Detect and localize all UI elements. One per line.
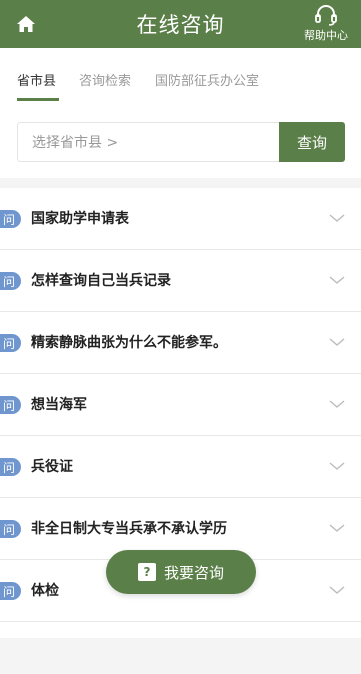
faq-question: 精索静脉曲张为什么不能参军。 xyxy=(31,335,227,351)
faq-item[interactable]: 问 兵役证 xyxy=(0,436,361,498)
faq-item[interactable]: 问 怎样查询自己当兵记录 xyxy=(0,250,361,312)
search-panel: 省市县 咨询检索 国防部征兵办公室 选择省市县 > 查询 xyxy=(0,48,361,178)
faq-item[interactable]: 问 想当海军 xyxy=(0,374,361,436)
chevron-down-icon[interactable] xyxy=(329,584,345,596)
tab-region[interactable]: 省市县 xyxy=(17,70,56,89)
question-badge: 问 xyxy=(0,582,21,600)
question-badge: 问 xyxy=(0,520,21,538)
faq-question: 兵役证 xyxy=(31,459,73,475)
chevron-down-icon[interactable] xyxy=(329,274,345,286)
region-selector-placeholder: 选择省市县 > xyxy=(32,135,119,151)
help-center-button[interactable]: 帮助中心 xyxy=(301,4,351,44)
faq-question: 怎样查询自己当兵记录 xyxy=(31,273,171,289)
tab-defense-recruitment-office[interactable]: 国防部征兵办公室 xyxy=(155,70,259,89)
list-bottom-padding xyxy=(0,622,361,638)
faq-question: 体检 xyxy=(31,583,59,599)
query-button[interactable]: 查询 xyxy=(279,122,345,162)
ask-question-label: 我要咨询 xyxy=(163,563,224,582)
question-badge: 问 xyxy=(0,458,21,476)
chevron-down-icon[interactable] xyxy=(329,522,345,534)
question-icon: ? xyxy=(137,563,156,581)
chevron-down-icon[interactable] xyxy=(329,398,345,410)
headset-icon xyxy=(315,5,337,26)
faq-question: 国家助学申请表 xyxy=(31,211,129,227)
help-center-label: 帮助中心 xyxy=(304,29,348,42)
faq-item[interactable]: 问 国家助学申请表 xyxy=(0,188,361,250)
tab-bar: 省市县 咨询检索 国防部征兵办公室 xyxy=(0,48,361,102)
question-badge: 问 xyxy=(0,272,21,290)
question-badge: 问 xyxy=(0,334,21,352)
chevron-down-icon[interactable] xyxy=(329,212,345,224)
page-title: 在线咨询 xyxy=(136,13,225,37)
tab-consult-search[interactable]: 咨询检索 xyxy=(79,70,131,89)
home-button[interactable] xyxy=(14,12,38,36)
ask-question-button[interactable]: ? 我要咨询 xyxy=(106,550,256,594)
home-icon xyxy=(17,16,35,32)
question-badge: 问 xyxy=(0,210,21,228)
question-badge: 问 xyxy=(0,396,21,414)
faq-question: 想当海军 xyxy=(31,397,87,413)
chevron-down-icon[interactable] xyxy=(329,336,345,348)
chevron-down-icon[interactable] xyxy=(329,460,345,472)
active-tab-indicator xyxy=(17,98,59,101)
faq-item[interactable]: 问 精索静脉曲张为什么不能参军。 xyxy=(0,312,361,374)
region-selector[interactable]: 选择省市县 > xyxy=(17,122,279,162)
top-bar: 在线咨询 帮助中心 xyxy=(0,0,361,48)
faq-question: 非全日制大专当兵承不承认学历 xyxy=(31,521,227,537)
